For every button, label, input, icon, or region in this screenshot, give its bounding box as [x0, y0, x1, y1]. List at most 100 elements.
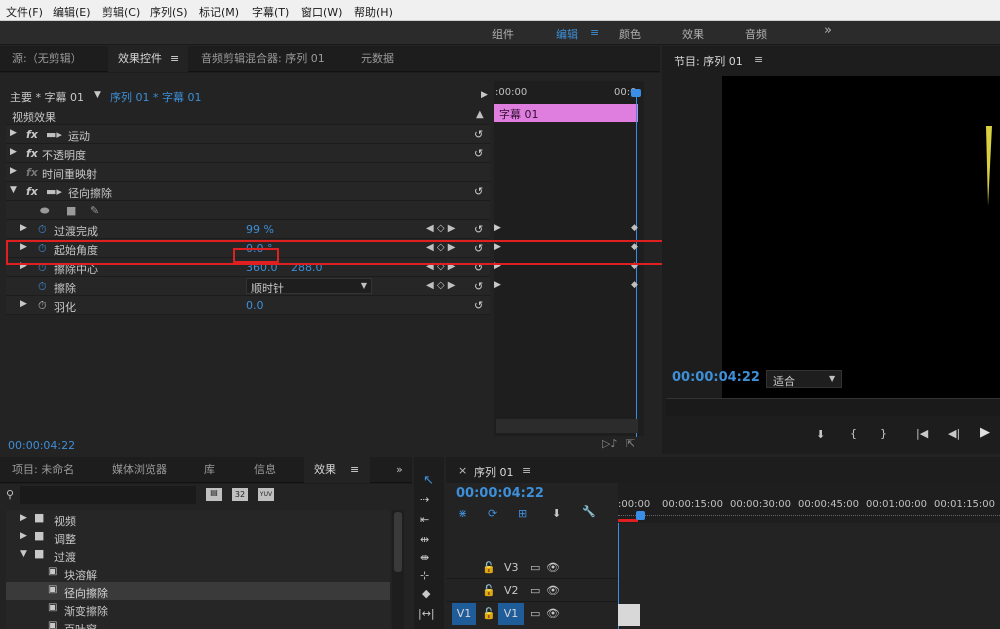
- accelerated-effects-icon[interactable]: ▤: [206, 488, 222, 501]
- source-patch-v1[interactable]: V1: [452, 603, 476, 625]
- effects-search-input[interactable]: [20, 486, 196, 504]
- ellipse-mask-icon[interactable]: ⬬: [40, 204, 49, 218]
- ec-timecode[interactable]: 00:00:04:22: [8, 439, 75, 452]
- menu-marker[interactable]: 标记(M): [199, 4, 239, 20]
- sync-lock-icon[interactable]: ▭: [530, 607, 540, 620]
- tab-source[interactable]: 源:（无剪辑）: [12, 46, 82, 72]
- keyframe-diamond[interactable]: ◆: [631, 223, 638, 233]
- timeline-ruler[interactable]: :00:00 00:00:15:00 00:00:30:00 00:00:45:…: [618, 483, 1000, 523]
- workspace-audio[interactable]: 音频: [745, 26, 767, 42]
- menu-sequence[interactable]: 序列(S): [150, 4, 188, 20]
- play-icon[interactable]: ▶: [980, 425, 990, 440]
- stopwatch-icon[interactable]: ⏱: [38, 280, 47, 294]
- tab-project[interactable]: 项目: 未命名: [12, 457, 74, 483]
- expand-icon[interactable]: ▶: [20, 223, 27, 233]
- selection-tool-icon[interactable]: ↖: [423, 473, 434, 488]
- tab-menu-icon[interactable]: ≡: [350, 463, 359, 476]
- menu-window[interactable]: 窗口(W): [301, 4, 342, 20]
- program-title[interactable]: 节目: 序列 01: [674, 53, 743, 69]
- keyframe-nav-icon[interactable]: ◀ ◇ ▶: [426, 280, 455, 291]
- transition-completion-value[interactable]: 99 %: [246, 223, 274, 236]
- expand-icon[interactable]: ▶: [20, 513, 27, 523]
- feather-value[interactable]: 0.0: [246, 299, 264, 312]
- ec-playhead-handle[interactable]: [631, 89, 641, 97]
- expand-icon[interactable]: ▶: [20, 531, 27, 541]
- go-to-in-icon[interactable]: |◀: [916, 427, 928, 440]
- tree-item-video-folder[interactable]: ▶ ■ 视频: [6, 510, 390, 528]
- stopwatch-icon[interactable]: ⏱: [38, 223, 47, 237]
- close-icon[interactable]: ×: [458, 464, 467, 477]
- ec-horizontal-scrollbar[interactable]: [496, 419, 638, 433]
- scroll-up-icon[interactable]: ▲: [476, 109, 484, 120]
- collapse-icon[interactable]: ▼: [10, 185, 17, 195]
- keyframe-diamond[interactable]: ◆: [631, 280, 638, 290]
- sync-lock-icon[interactable]: ▭: [530, 561, 540, 574]
- expand-icon[interactable]: ▶: [10, 128, 17, 138]
- fx-icon[interactable]: fx: [26, 147, 38, 160]
- param-row-wipe[interactable]: ⏱ 擦除 顺时针 ▼ ◀ ◇ ▶ ↺ ▶: [6, 277, 501, 296]
- linked-selection-icon[interactable]: ⟳: [488, 507, 497, 520]
- param-row-feather[interactable]: ▶ ⏱ 羽化 0.0 ↺: [6, 296, 490, 315]
- tab-effect-controls[interactable]: 效果控件 ≡: [108, 46, 188, 72]
- panel-more-icon[interactable]: »: [396, 457, 403, 483]
- add-marker-icon[interactable]: ⊞: [518, 507, 527, 520]
- track-select-tool-icon[interactable]: ⇢: [420, 493, 429, 506]
- program-menu-icon[interactable]: ≡: [754, 53, 763, 66]
- tab-media-browser[interactable]: 媒体浏览器: [112, 457, 167, 483]
- reset-icon[interactable]: ↺: [474, 147, 483, 160]
- razor-tool-icon[interactable]: ⊹: [420, 569, 429, 582]
- play-triangle-icon[interactable]: ▶: [481, 90, 488, 100]
- eye-icon[interactable]: 👁: [546, 561, 560, 574]
- tab-library[interactable]: 库: [204, 457, 215, 483]
- effect-row-opacity[interactable]: ▶ fx 不透明度 ↺: [6, 144, 490, 163]
- menu-title[interactable]: 字幕(T): [252, 4, 289, 20]
- reset-icon[interactable]: ↺: [474, 185, 483, 198]
- rate-stretch-tool-icon[interactable]: ⇼: [420, 551, 429, 564]
- slip-tool-icon[interactable]: ◆: [422, 587, 430, 600]
- effect-row-time-remap[interactable]: ▶ fx 时间重映射: [6, 163, 490, 182]
- reset-icon[interactable]: ↺: [474, 223, 483, 236]
- tree-item-radial-wipe[interactable]: ▣ 径向擦除: [6, 582, 390, 600]
- effects-scrollbar[interactable]: [392, 510, 404, 629]
- menu-file[interactable]: 文件(F): [6, 4, 43, 20]
- program-timecode[interactable]: 00:00:04:22: [672, 370, 760, 385]
- workspace-editing[interactable]: 编辑: [556, 26, 578, 42]
- tab-menu-icon[interactable]: ≡: [170, 52, 179, 65]
- workspace-more-icon[interactable]: »: [824, 23, 832, 38]
- tab-metadata[interactable]: 元数据: [361, 46, 394, 72]
- reset-icon[interactable]: ↺: [474, 280, 483, 293]
- fx-icon[interactable]: fx: [26, 128, 38, 141]
- collapse-icon[interactable]: ▼: [20, 549, 27, 559]
- tree-item-block-dissolve[interactable]: ▣ 块溶解: [6, 564, 390, 582]
- mark-in-icon[interactable]: {: [850, 427, 857, 440]
- rectangle-mask-icon[interactable]: ■: [66, 204, 76, 217]
- mark-out-icon[interactable]: }: [880, 427, 887, 440]
- rolling-edit-tool-icon[interactable]: ⇹: [420, 533, 429, 546]
- ec-clip-bar[interactable]: 字幕 01: [494, 104, 638, 122]
- timeline-menu-icon[interactable]: ≡: [522, 464, 531, 477]
- fx-icon[interactable]: fx: [26, 185, 38, 198]
- wrench-icon[interactable]: 🔧: [582, 505, 596, 518]
- reset-icon[interactable]: ↺: [474, 128, 483, 141]
- tree-item-transition-folder[interactable]: ▼ ■ 过渡: [6, 546, 390, 564]
- stopwatch-icon[interactable]: ⏱: [38, 299, 47, 313]
- lock-icon[interactable]: 🔓: [482, 584, 496, 597]
- reset-icon[interactable]: ↺: [474, 299, 483, 312]
- expand-icon[interactable]: ▶: [20, 299, 27, 309]
- param-row-transition-completion[interactable]: ▶ ⏱ 过渡完成 99 % ◀ ◇ ▶ ↺ ▶: [6, 220, 501, 239]
- workspace-menu-icon[interactable]: ≡: [590, 26, 599, 39]
- add-marker-icon[interactable]: ⬇: [816, 428, 825, 441]
- lock-icon[interactable]: 🔓: [482, 561, 496, 574]
- ripple-edit-tool-icon[interactable]: ⇤: [420, 513, 429, 526]
- step-back-icon[interactable]: ◀|: [948, 427, 960, 440]
- play-audio-icon[interactable]: ▷♪: [602, 437, 617, 450]
- menu-edit[interactable]: 编辑(E): [53, 4, 91, 20]
- sequence-clip-label[interactable]: 序列 01 * 字幕 01: [110, 89, 201, 105]
- workspace-effects[interactable]: 效果: [682, 26, 704, 42]
- menu-help[interactable]: 帮助(H): [354, 4, 393, 20]
- expand-icon[interactable]: ▶: [10, 166, 17, 176]
- marker-icon[interactable]: ⬇: [552, 507, 561, 520]
- workspace-color[interactable]: 颜色: [619, 26, 641, 42]
- tree-item-adjust-folder[interactable]: ▶ ■ 调整: [6, 528, 390, 546]
- lock-icon[interactable]: 🔓: [482, 607, 496, 620]
